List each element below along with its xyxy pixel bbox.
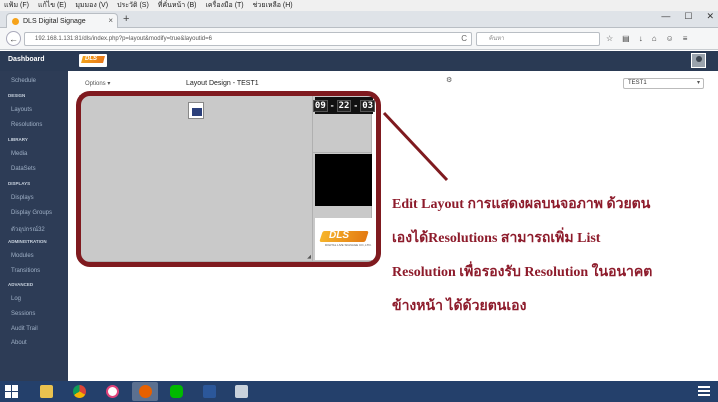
annotation-line: Resolution เพื่อรองรับ Resolution ในอนาค… bbox=[392, 265, 653, 280]
app-icon[interactable] bbox=[99, 382, 125, 401]
annotation-line: ข้างหน้า ได้ด้วยตนเอง bbox=[392, 299, 527, 314]
file-explorer-icon[interactable] bbox=[33, 382, 59, 401]
annotation-line: Edit Layout การแสดงผลบนจอภาพ ด้วยตน bbox=[392, 197, 651, 212]
windows-start-icon[interactable] bbox=[5, 385, 18, 398]
firefox-icon[interactable] bbox=[132, 382, 158, 401]
annotation-text: Edit Layout การแสดงผลบนจอภาพ ด้วยตน เองไ… bbox=[392, 188, 712, 324]
chrome-icon[interactable] bbox=[66, 382, 92, 401]
tray-menu-icon[interactable] bbox=[698, 386, 710, 396]
line-icon[interactable] bbox=[163, 382, 189, 401]
screen: แฟ้ม (F) แก้ไข (E) มุมมอง (V) ประวัติ (S… bbox=[0, 0, 718, 402]
annotation-line: เองได้Resolutions สามารถเพิ่ม List bbox=[392, 231, 601, 246]
word-icon[interactable] bbox=[196, 382, 222, 401]
taskbar bbox=[0, 381, 718, 402]
tool-icon[interactable] bbox=[228, 382, 254, 401]
